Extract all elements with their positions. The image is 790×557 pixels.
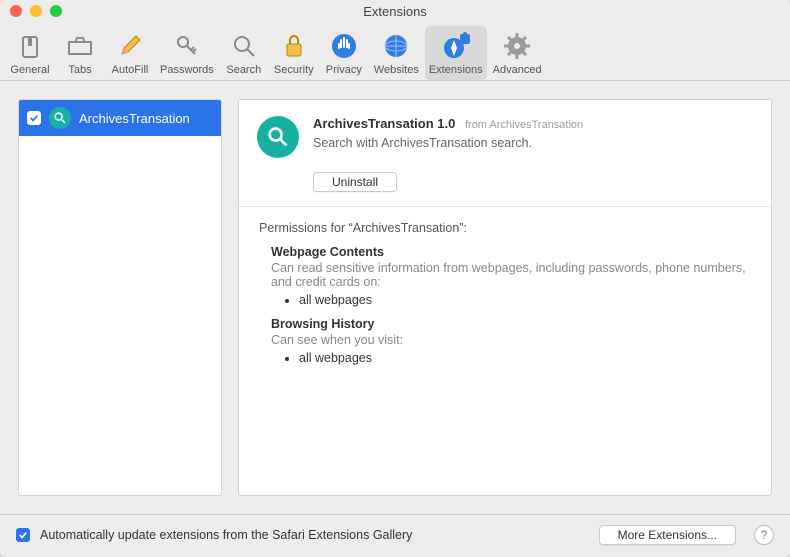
minimize-window-icon[interactable] xyxy=(30,5,42,17)
extension-enabled-checkbox[interactable] xyxy=(27,111,41,125)
tab-tabs[interactable]: Tabs xyxy=(56,26,104,80)
hand-icon xyxy=(328,30,360,62)
extension-icon xyxy=(49,107,71,129)
more-extensions-button[interactable]: More Extensions... xyxy=(599,525,736,545)
detail-header-text: ArchivesTransation 1.0 from ArchivesTran… xyxy=(313,116,753,158)
permission-description: Can read sensitive information from webp… xyxy=(271,261,751,289)
traffic-lights xyxy=(10,5,62,17)
switch-icon xyxy=(14,30,46,62)
window-title: Extensions xyxy=(0,4,790,19)
tab-label: Security xyxy=(274,64,314,76)
permissions-heading: Permissions for “ArchivesTransation”: xyxy=(259,221,751,235)
tab-general[interactable]: General xyxy=(6,26,54,80)
tab-label: AutoFill xyxy=(112,64,149,76)
auto-update-checkbox[interactable] xyxy=(16,528,30,542)
title-bar: Extensions xyxy=(0,0,790,22)
key-icon xyxy=(171,30,203,62)
tab-privacy[interactable]: Privacy xyxy=(320,26,368,80)
tab-label: Extensions xyxy=(429,64,483,76)
uninstall-row: Uninstall xyxy=(239,172,771,206)
tab-label: Advanced xyxy=(493,64,542,76)
permission-title: Webpage Contents xyxy=(271,245,751,259)
lock-icon xyxy=(278,30,310,62)
globe-icon xyxy=(380,30,412,62)
pencil-icon xyxy=(114,30,146,62)
auto-update-label: Automatically update extensions from the… xyxy=(40,528,589,542)
tab-label: Search xyxy=(226,64,261,76)
detail-header: ArchivesTransation 1.0 from ArchivesTran… xyxy=(239,100,771,172)
tab-label: General xyxy=(10,64,49,76)
tab-label: Privacy xyxy=(326,64,362,76)
tab-security[interactable]: Security xyxy=(270,26,318,80)
help-button[interactable]: ? xyxy=(754,525,774,545)
preferences-window: Extensions General Tabs AutoFill Passw xyxy=(0,0,790,557)
extension-details-pane: ArchivesTransation 1.0 from ArchivesTran… xyxy=(238,99,772,496)
extension-icon xyxy=(257,116,299,158)
close-window-icon[interactable] xyxy=(10,5,22,17)
extension-title: ArchivesTransation 1.0 xyxy=(313,116,455,131)
gear-icon xyxy=(501,30,533,62)
permission-browsing-history: Browsing History Can see when you visit:… xyxy=(271,317,751,365)
puzzle-compass-icon xyxy=(440,30,472,62)
prefs-toolbar: General Tabs AutoFill Passwords Search xyxy=(0,22,790,81)
extension-description: Search with ArchivesTransation search. xyxy=(313,136,753,150)
permission-description: Can see when you visit: xyxy=(271,333,751,347)
permissions-section: Permissions for “ArchivesTransation”: We… xyxy=(239,207,771,389)
search-icon xyxy=(228,30,260,62)
tab-label: Passwords xyxy=(160,64,214,76)
tabs-icon xyxy=(64,30,96,62)
tab-extensions[interactable]: Extensions xyxy=(425,26,487,80)
zoom-window-icon[interactable] xyxy=(50,5,62,17)
uninstall-button[interactable]: Uninstall xyxy=(313,172,397,192)
extension-author: from ArchivesTransation xyxy=(465,119,583,131)
tab-passwords[interactable]: Passwords xyxy=(156,26,218,80)
tab-autofill[interactable]: AutoFill xyxy=(106,26,154,80)
tab-advanced[interactable]: Advanced xyxy=(489,26,546,80)
extensions-sidebar: ArchivesTransation xyxy=(18,99,222,496)
tab-websites[interactable]: Websites xyxy=(370,26,423,80)
tab-search[interactable]: Search xyxy=(220,26,268,80)
content-area: ArchivesTransation ArchivesTransation 1.… xyxy=(0,81,790,514)
tab-label: Websites xyxy=(374,64,419,76)
sidebar-item-archivestransation[interactable]: ArchivesTransation xyxy=(19,100,221,136)
tab-label: Tabs xyxy=(68,64,91,76)
footer: Automatically update extensions from the… xyxy=(0,514,790,557)
permission-webpage-contents: Webpage Contents Can read sensitive info… xyxy=(271,245,751,307)
permission-bullet: all webpages xyxy=(299,351,751,365)
permission-title: Browsing History xyxy=(271,317,751,331)
permission-bullet: all webpages xyxy=(299,293,751,307)
sidebar-item-label: ArchivesTransation xyxy=(79,111,190,126)
